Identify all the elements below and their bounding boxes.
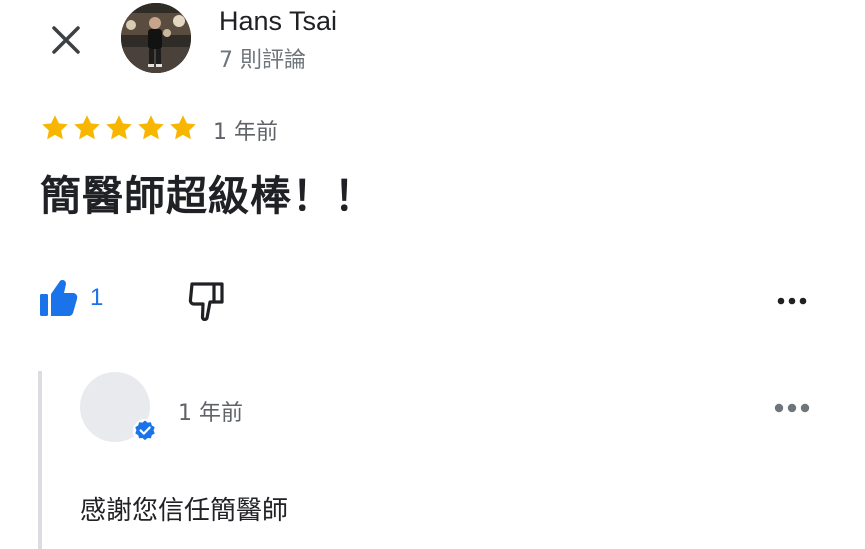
star-icon — [170, 115, 196, 140]
thumbs-down-icon — [188, 282, 224, 322]
author-avatar[interactable] — [121, 3, 191, 73]
author-name[interactable]: Hans Tsai — [219, 6, 337, 37]
review-more-options-button[interactable] — [772, 289, 812, 313]
star-icon — [106, 115, 132, 140]
review-text: 簡醫師超級棒！！ — [40, 172, 376, 220]
reply-time: 1 年前 — [178, 401, 243, 426]
reply-more-options-button[interactable] — [772, 396, 812, 420]
like-count: 1 — [90, 284, 104, 311]
star-rating — [40, 113, 198, 143]
review-time: 1 年前 — [213, 120, 278, 145]
more-horizontal-icon — [777, 297, 807, 305]
reply-text: 感謝您信任簡醫師 — [80, 496, 289, 526]
close-button[interactable] — [44, 18, 88, 62]
thumbs-up-icon — [40, 280, 78, 316]
verified-badge-icon — [133, 419, 157, 443]
close-icon — [52, 26, 80, 54]
star-icon — [42, 115, 68, 140]
star-icon — [74, 115, 100, 140]
author-review-count: 7 則評論 — [219, 48, 306, 73]
more-horizontal-icon — [774, 403, 810, 413]
dislike-button[interactable] — [186, 280, 228, 324]
like-button[interactable]: 1 — [38, 278, 103, 318]
star-icon — [138, 115, 164, 140]
